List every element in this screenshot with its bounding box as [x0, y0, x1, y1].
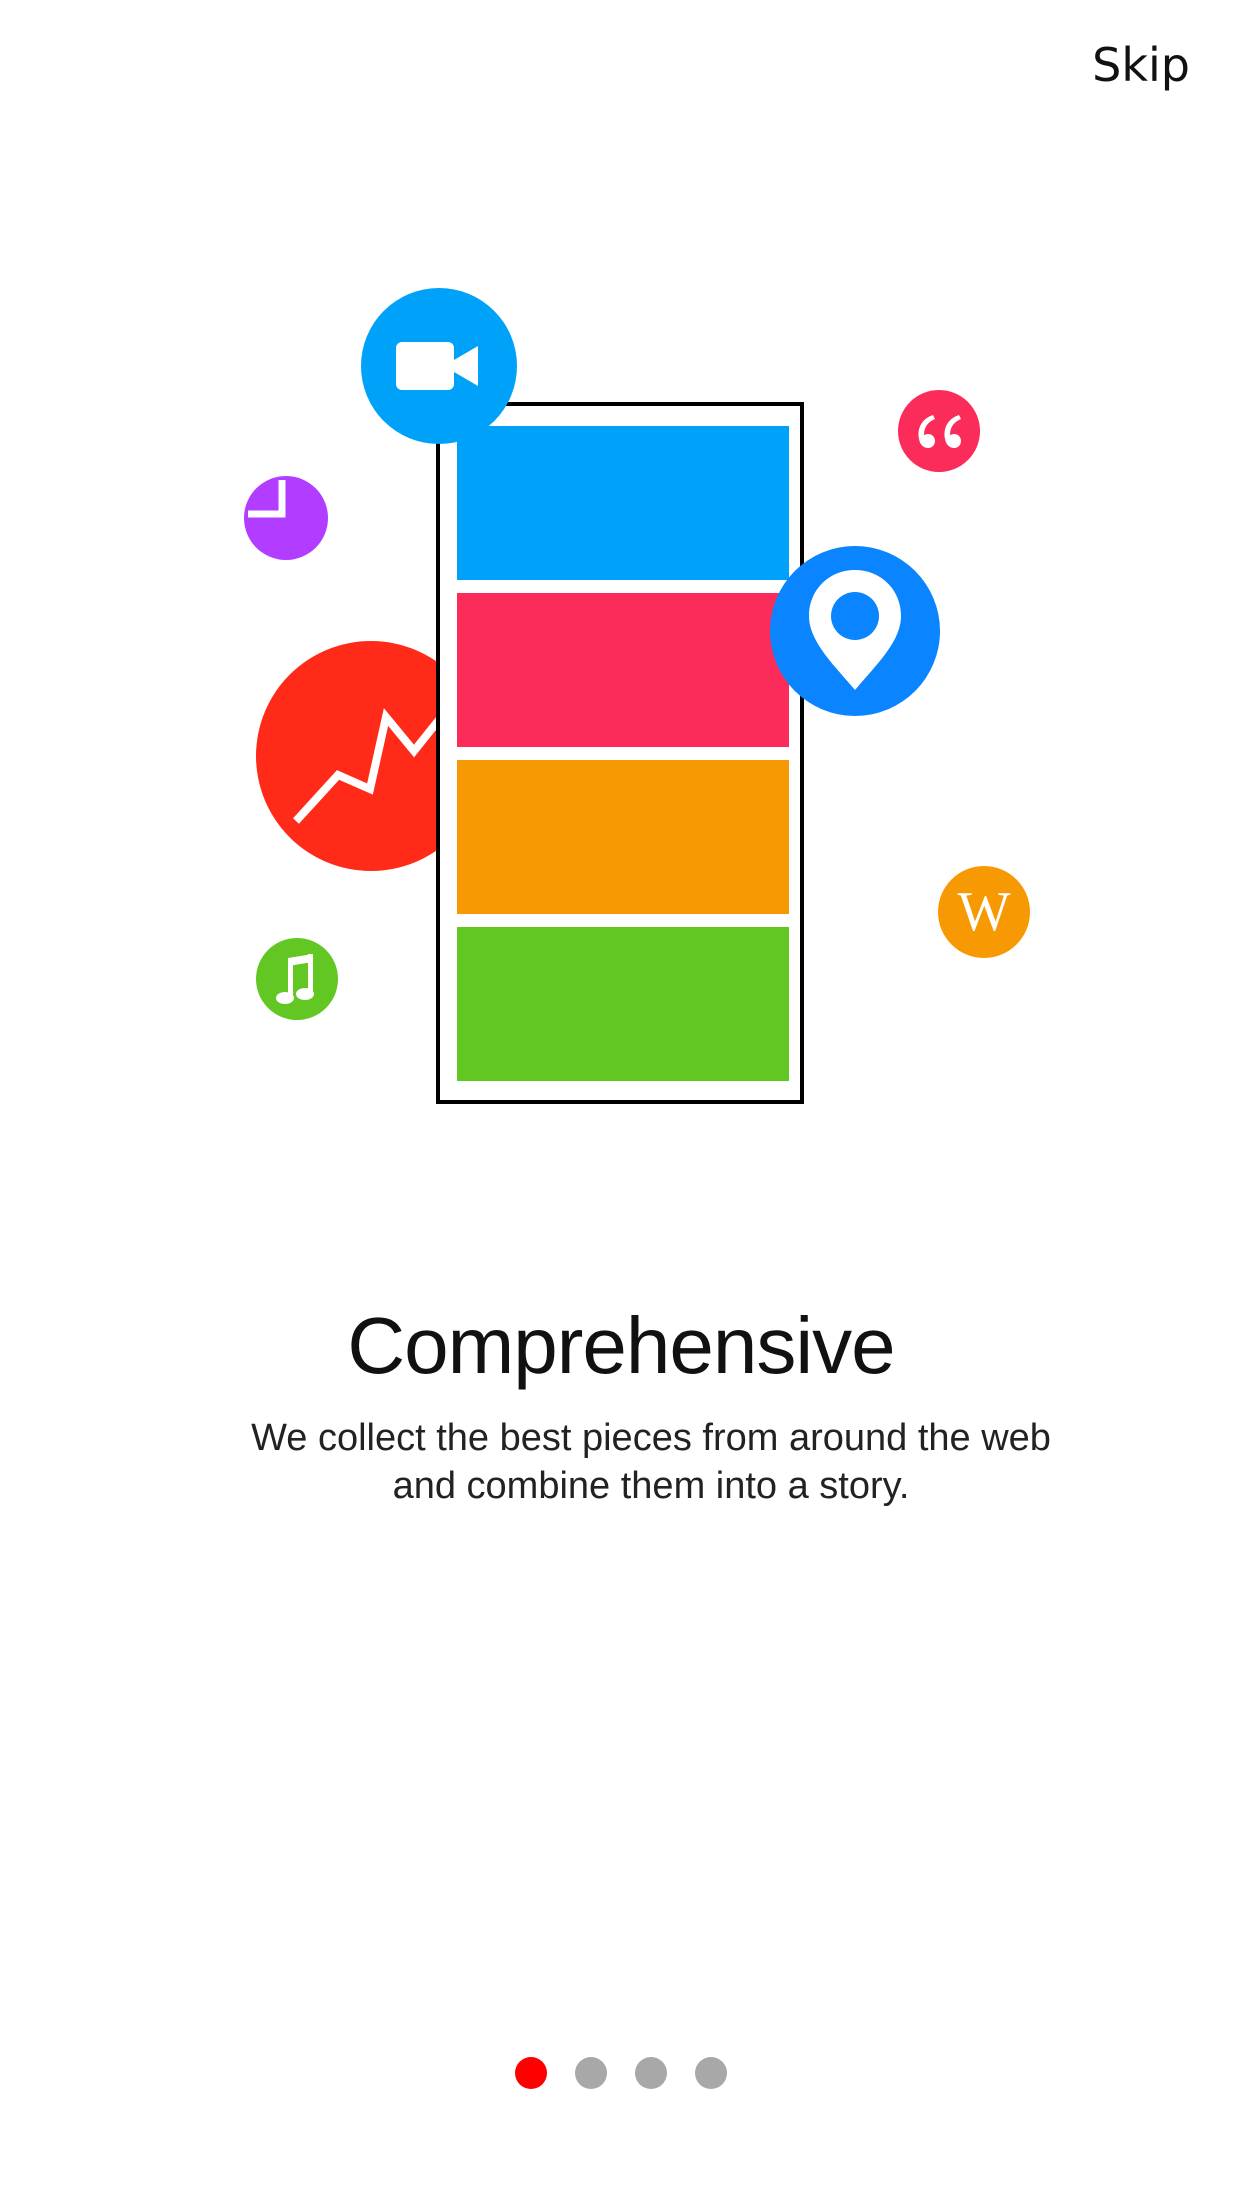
- pie-chart-icon: [244, 476, 328, 560]
- quote-icon: [898, 390, 980, 472]
- subtitle-line-2: and combine them into a story.: [392, 1465, 910, 1507]
- page-indicator: [0, 2057, 1242, 2089]
- page-dot-1[interactable]: [515, 2057, 547, 2089]
- pink-stripe: [457, 593, 789, 747]
- page-title: Comprehensive: [347, 1301, 895, 1390]
- blue-stripe: [457, 426, 789, 580]
- orange-stripe: [457, 760, 789, 914]
- video-camera-icon: [361, 288, 517, 444]
- wikipedia-glyph: W: [957, 881, 1011, 943]
- music-note-icon: [256, 938, 338, 1020]
- green-stripe: [457, 927, 789, 1081]
- page-dot-3[interactable]: [635, 2057, 667, 2089]
- page-subtitle: We collect the best pieces from around t…: [200, 1414, 1102, 1510]
- page-dot-2[interactable]: [575, 2057, 607, 2089]
- page-dot-4[interactable]: [695, 2057, 727, 2089]
- location-pin-icon: [770, 546, 940, 716]
- phone-frame: [436, 402, 804, 1104]
- onboarding-illustration: W: [0, 0, 1242, 1200]
- subtitle-line-1: We collect the best pieces from around t…: [251, 1417, 1051, 1459]
- wikipedia-icon: W: [938, 866, 1030, 958]
